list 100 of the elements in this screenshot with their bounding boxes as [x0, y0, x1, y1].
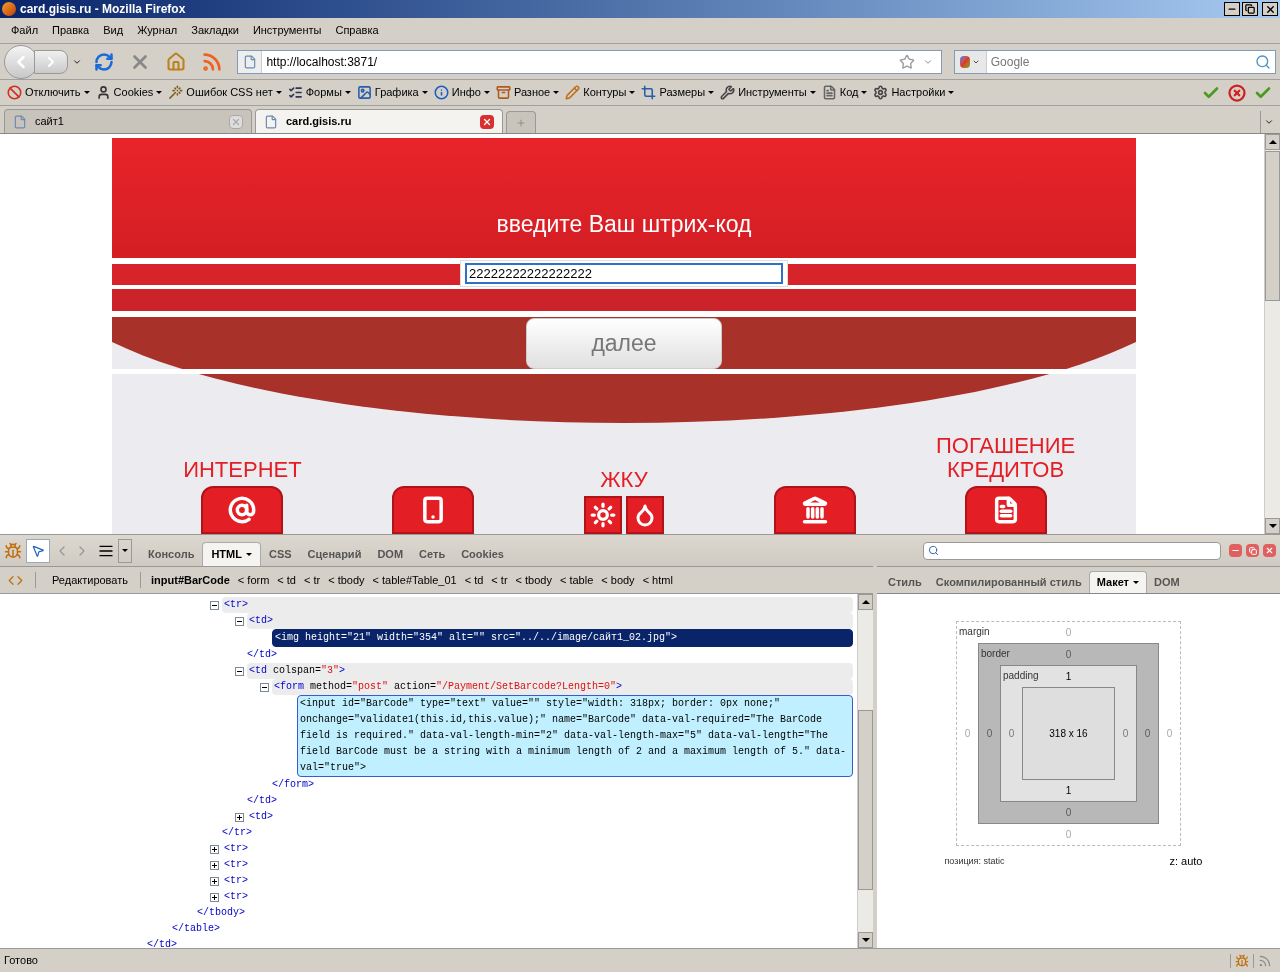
phone-icon[interactable] [392, 486, 475, 534]
collapse-toggle[interactable] [260, 682, 269, 692]
panel-dropdown-button[interactable] [118, 538, 132, 563]
expand-toggle[interactable] [235, 812, 244, 822]
menu-item[interactable]: Журнал [130, 22, 185, 39]
address-field[interactable]: http://localhost:3871/ [237, 49, 942, 74]
toolbar-menu-button[interactable]: Cookies [92, 84, 166, 101]
devtools-tab[interactable]: DOM [369, 542, 412, 566]
breadcrumb[interactable]: < table#Table_01 [370, 571, 459, 589]
caret-icon [809, 91, 816, 94]
box-label: border [981, 647, 1010, 661]
sun-icon[interactable] [584, 496, 622, 534]
browser-tab[interactable]: сайт1 [4, 109, 252, 133]
breadcrumb[interactable]: < td [462, 571, 486, 589]
expand-toggle[interactable] [210, 844, 219, 854]
at-sign-icon[interactable] [201, 486, 284, 534]
search-field[interactable]: Google [953, 49, 1277, 74]
menu-item[interactable]: Инструменты [245, 22, 329, 39]
markup-line[interactable]: <tr> [222, 841, 853, 857]
star-icon[interactable] [898, 53, 915, 70]
search-engine-icon[interactable] [954, 50, 987, 73]
side-panel-tab[interactable]: Стиль [881, 571, 929, 593]
markup-line[interactable]: <td> [247, 809, 853, 825]
search-icon[interactable] [1255, 53, 1272, 70]
close-button[interactable] [1262, 2, 1278, 16]
collapse-toggle[interactable] [235, 666, 244, 676]
crop-icon [641, 85, 657, 100]
menu-item[interactable]: Закладки [184, 22, 246, 39]
expand-toggle[interactable] [210, 860, 219, 870]
box-value: 0 [964, 727, 971, 741]
side-panel-tab[interactable]: DOM [1147, 571, 1187, 593]
expand-toggle[interactable] [210, 892, 219, 902]
side-panel-tab[interactable]: Макет [1088, 571, 1147, 593]
category-label[interactable]: ЖКУ [539, 468, 709, 492]
edit-button[interactable]: Редактировать [48, 571, 132, 589]
tree-scrollbar[interactable] [857, 594, 873, 948]
side-panel-tab[interactable]: Скомпилированный стиль [928, 571, 1089, 593]
minimize-icon[interactable] [1229, 544, 1242, 557]
bug-icon[interactable] [4, 541, 22, 560]
box-value: 0 [1065, 806, 1072, 820]
toolbar-menu-button[interactable]: Инфо [430, 84, 493, 101]
menu-item[interactable]: Файл [4, 22, 46, 39]
toolbar-menu-button[interactable]: Код [818, 84, 871, 101]
barcode-field[interactable]: 22222222222222222 [460, 260, 788, 288]
devtools-tab[interactable]: Сценарий [299, 542, 370, 566]
toolbar-menu-button[interactable]: Отключить [4, 84, 93, 101]
collapse-toggle[interactable] [235, 616, 244, 626]
devtools-tab[interactable]: Cookies [453, 542, 512, 566]
breadcrumb[interactable]: < tbody [513, 571, 554, 589]
minimize-button[interactable] [1224, 2, 1240, 16]
toolbar-menu-button[interactable]: Контуры [562, 84, 639, 101]
devtools-tab[interactable]: HTML [202, 542, 261, 566]
bank-icon[interactable] [773, 486, 856, 534]
document-icon[interactable] [964, 486, 1047, 534]
faucet-icon[interactable] [626, 496, 664, 534]
toolbar-menu-button[interactable]: Размеры [638, 84, 718, 101]
caret-icon [275, 91, 282, 94]
category-label[interactable]: ПОГАШЕНИЕ КРЕДИТОВ [920, 434, 1091, 482]
breadcrumb[interactable]: < tr [302, 571, 323, 589]
menu-item[interactable]: Вид [96, 22, 131, 39]
devtools-tab[interactable]: Сеть [411, 542, 454, 566]
toolbar-menu-button[interactable]: Ошибок CSS нет [165, 84, 285, 101]
wrench-icon [720, 85, 736, 100]
markup-line[interactable]: <tr> [222, 857, 853, 873]
toolbar-menu-button[interactable]: Формы [284, 84, 354, 101]
markup-line[interactable]: <tr> [222, 873, 853, 889]
expand-toggle[interactable] [210, 876, 219, 886]
breadcrumb[interactable]: input#BarCode [149, 571, 232, 589]
toolbar-menu-button[interactable]: Графика [353, 84, 431, 101]
search-icon [928, 545, 939, 556]
forward-button[interactable] [34, 49, 68, 74]
breadcrumb[interactable]: < table [557, 571, 596, 589]
toolbar-menu-button[interactable]: Настройки [870, 84, 958, 101]
toolbar-menu-button[interactable]: Инструменты [717, 84, 819, 101]
devtools-tab[interactable]: CSS [260, 542, 300, 566]
breadcrumb[interactable]: < form [235, 571, 272, 589]
breadcrumb[interactable]: < html [640, 571, 675, 589]
collapse-toggle[interactable] [210, 600, 219, 610]
browser-tab[interactable]: card.gisis.ru [255, 109, 503, 133]
menu-item[interactable]: Справка [328, 22, 386, 39]
inspect-button[interactable] [26, 538, 50, 563]
next-button[interactable]: далее [526, 317, 722, 369]
devtools-tab[interactable]: Консоль [140, 542, 203, 566]
restore-button[interactable] [1242, 2, 1258, 16]
box-value: 1 [1065, 670, 1072, 684]
barcode-input[interactable]: 22222222222222222 [465, 263, 783, 285]
breadcrumb[interactable]: < td [275, 571, 298, 589]
breadcrumb[interactable]: < tbody [326, 571, 367, 589]
search-input[interactable]: Google [986, 52, 1256, 71]
page-scrollbar[interactable] [1264, 134, 1280, 534]
menu-item[interactable]: Правка [45, 22, 97, 39]
breadcrumb[interactable]: < tr [489, 571, 510, 589]
detach-icon[interactable] [1246, 544, 1259, 557]
devtools-search-field[interactable] [923, 541, 1221, 560]
breadcrumb[interactable]: < body [599, 571, 637, 589]
markup-line[interactable]: <tr> [222, 889, 853, 905]
category-label[interactable]: ИНТЕРНЕТ [157, 458, 328, 482]
toolbar-menu-button[interactable]: Разное [492, 84, 563, 101]
tab-close-icon[interactable] [480, 114, 494, 129]
error-icon[interactable] [1228, 83, 1246, 102]
